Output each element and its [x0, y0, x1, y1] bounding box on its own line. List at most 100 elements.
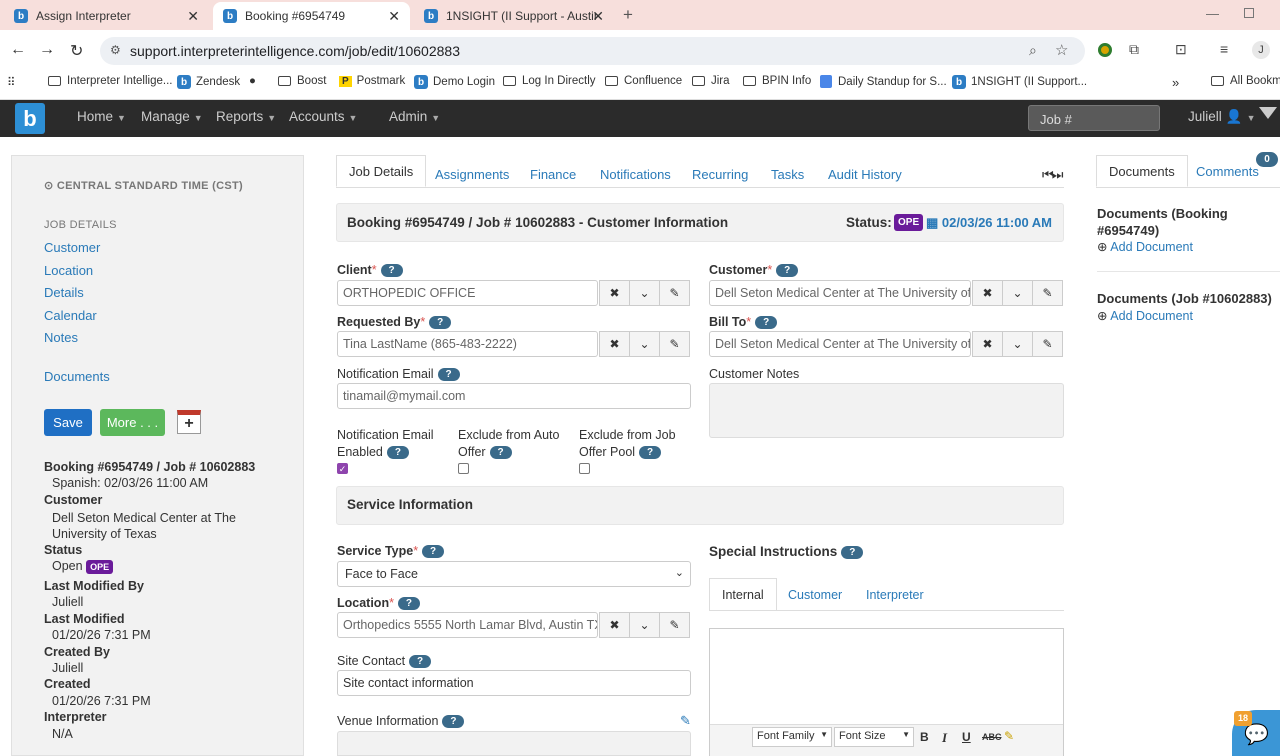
filter-icon[interactable]: [1259, 107, 1277, 119]
nav-reports[interactable]: Reports ▼: [216, 109, 276, 124]
new-tab-icon[interactable]: +: [623, 5, 633, 25]
bill-to-field[interactable]: Dell Seton Medical Center at The Univers…: [709, 331, 971, 357]
bookmark-item[interactable]: Jira: [692, 75, 730, 87]
edit-icon[interactable]: ✎: [1032, 331, 1063, 357]
tab-interpreter[interactable]: Interpreter: [854, 578, 936, 611]
search-tabs-icon[interactable]: ⊡: [1175, 41, 1187, 58]
help-icon[interactable]: ?: [380, 264, 403, 278]
exclude-auto-offer-checkbox[interactable]: [458, 463, 469, 474]
bookmark-item[interactable]: Interpreter Intellige...: [48, 75, 172, 87]
restore-icon[interactable]: [1244, 8, 1254, 18]
eraser-icon[interactable]: ✎: [1004, 729, 1014, 743]
customer-field[interactable]: Dell Seton Medical Center at The Univers…: [709, 280, 971, 306]
tab-recurring[interactable]: Recurring: [680, 160, 760, 188]
bookmark-item[interactable]: All Bookma: [1211, 75, 1280, 87]
edit-icon[interactable]: ✎: [1032, 280, 1063, 306]
bookmark-item[interactable]: b 1NSIGHT (II Support...: [952, 75, 1087, 89]
notification-email-enabled-checkbox[interactable]: ✓: [337, 463, 348, 474]
help-icon[interactable]: ?: [639, 446, 662, 460]
bookmark-item[interactable]: Log In Directly: [503, 75, 596, 87]
first-last-nav-icon[interactable]: ⏮⏭: [1042, 167, 1063, 183]
status-date[interactable]: ▦ 02/03/26 11:00 AM: [926, 215, 1052, 231]
help-icon[interactable]: ?: [776, 264, 799, 278]
tab-finance[interactable]: Finance: [518, 160, 588, 188]
edit-icon[interactable]: ✎: [659, 331, 690, 357]
help-icon[interactable]: ?: [841, 545, 864, 559]
bold-icon[interactable]: B: [920, 730, 929, 744]
forward-icon[interactable]: →: [39, 41, 55, 59]
reload-icon[interactable]: ↻: [70, 41, 83, 61]
clear-icon[interactable]: ✖: [599, 612, 630, 638]
clear-icon[interactable]: ✖: [599, 280, 630, 306]
chevron-down-icon[interactable]: ⌄: [629, 331, 660, 357]
edit-icon[interactable]: ✎: [659, 280, 690, 306]
bookmark-item[interactable]: Confluence: [605, 75, 682, 87]
tab-job-details[interactable]: Job Details: [336, 155, 427, 187]
extension-icon[interactable]: [1098, 43, 1112, 57]
tab-tasks[interactable]: Tasks: [759, 160, 816, 188]
browser-tab-1nsight[interactable]: b 1NSIGHT (II Support - Austin) C ✕: [414, 2, 614, 30]
chevron-down-icon[interactable]: ⌄: [629, 280, 660, 306]
puzzle-icon[interactable]: ⧉: [1129, 41, 1139, 58]
help-icon[interactable]: ?: [409, 655, 432, 669]
location-field[interactable]: Orthopedics 5555 North Lamar Blvd, Austi…: [337, 612, 598, 638]
nav-accounts[interactable]: Accounts ▼: [289, 109, 357, 124]
apps-icon[interactable]: ⠿: [7, 75, 15, 89]
add-document-link[interactable]: ⊕ Add Document: [1097, 308, 1193, 323]
sidebar-link-calendar[interactable]: Calendar: [44, 308, 97, 323]
globe-icon[interactable]: ●: [249, 75, 256, 87]
nav-manage[interactable]: Manage ▼: [141, 109, 203, 124]
font-size-select[interactable]: Font Size ▼: [834, 727, 914, 747]
bookmark-item[interactable]: b Demo Login: [414, 75, 495, 89]
zoom-icon[interactable]: ⌕: [1029, 42, 1037, 59]
help-icon[interactable]: ?: [755, 316, 778, 330]
url-bar[interactable]: ⚙ support.interpreterintelligence.com/jo…: [100, 37, 1085, 65]
site-contact-field[interactable]: Site contact information: [337, 670, 691, 696]
clear-icon[interactable]: ✖: [972, 331, 1003, 357]
add-calendar-icon[interactable]: +: [177, 410, 201, 434]
more-button[interactable]: More . . .: [100, 409, 165, 436]
close-icon[interactable]: ✕: [187, 8, 199, 25]
bookmark-item[interactable]: P Postmark: [339, 75, 405, 87]
help-icon[interactable]: ?: [386, 446, 409, 460]
venue-area[interactable]: [337, 731, 691, 756]
client-field[interactable]: ORTHOPEDIC OFFICE: [337, 280, 598, 306]
help-icon[interactable]: ?: [429, 316, 452, 330]
save-button[interactable]: Save: [44, 409, 92, 436]
edit-icon[interactable]: ✎: [659, 612, 690, 638]
chevron-down-icon[interactable]: ⌄: [629, 612, 660, 638]
media-icon[interactable]: ≡: [1220, 41, 1228, 57]
back-icon[interactable]: ←: [10, 41, 26, 59]
sidebar-link-notes[interactable]: Notes: [44, 330, 78, 345]
strikethrough-icon[interactable]: ABC: [982, 732, 1002, 742]
close-icon[interactable]: ✕: [592, 8, 604, 25]
tab-customer[interactable]: Customer: [776, 578, 854, 611]
sidebar-link-location[interactable]: Location: [44, 263, 93, 278]
bookmark-item[interactable]: Boost: [278, 75, 326, 87]
sidebar-link-customer[interactable]: Customer: [44, 240, 100, 255]
help-icon[interactable]: ?: [397, 597, 420, 611]
close-icon[interactable]: ✕: [388, 8, 400, 25]
add-document-link[interactable]: ⊕ Add Document: [1097, 239, 1193, 254]
clear-icon[interactable]: ✖: [599, 331, 630, 357]
italic-icon[interactable]: I: [942, 730, 947, 746]
service-type-select[interactable]: Face to Face ⌄: [337, 561, 691, 587]
job-search-input[interactable]: Job #: [1028, 105, 1160, 131]
help-icon[interactable]: ?: [489, 446, 512, 460]
chevron-down-icon[interactable]: ⌄: [1002, 331, 1033, 357]
minimize-icon[interactable]: —: [1206, 6, 1219, 21]
user-menu[interactable]: Juliell 👤 ▼: [1188, 109, 1256, 125]
bookmark-item[interactable]: b Zendesk: [177, 75, 240, 89]
clear-icon[interactable]: ✖: [972, 280, 1003, 306]
chevron-down-icon[interactable]: ⌄: [1002, 280, 1033, 306]
help-icon[interactable]: ?: [422, 545, 445, 559]
notification-email-field[interactable]: tinamail@mymail.com: [337, 383, 691, 409]
app-logo[interactable]: b: [15, 103, 45, 134]
browser-tab-booking[interactable]: b Booking #6954749 ✕: [213, 2, 410, 30]
underline-icon[interactable]: U: [962, 730, 971, 744]
bookmark-item[interactable]: Daily Standup for S...: [820, 75, 947, 88]
more-bookmarks-icon[interactable]: »: [1172, 75, 1179, 90]
exclude-offer-pool-checkbox[interactable]: [579, 463, 590, 474]
tab-internal[interactable]: Internal: [709, 578, 777, 611]
tab-documents[interactable]: Documents: [1096, 155, 1188, 187]
